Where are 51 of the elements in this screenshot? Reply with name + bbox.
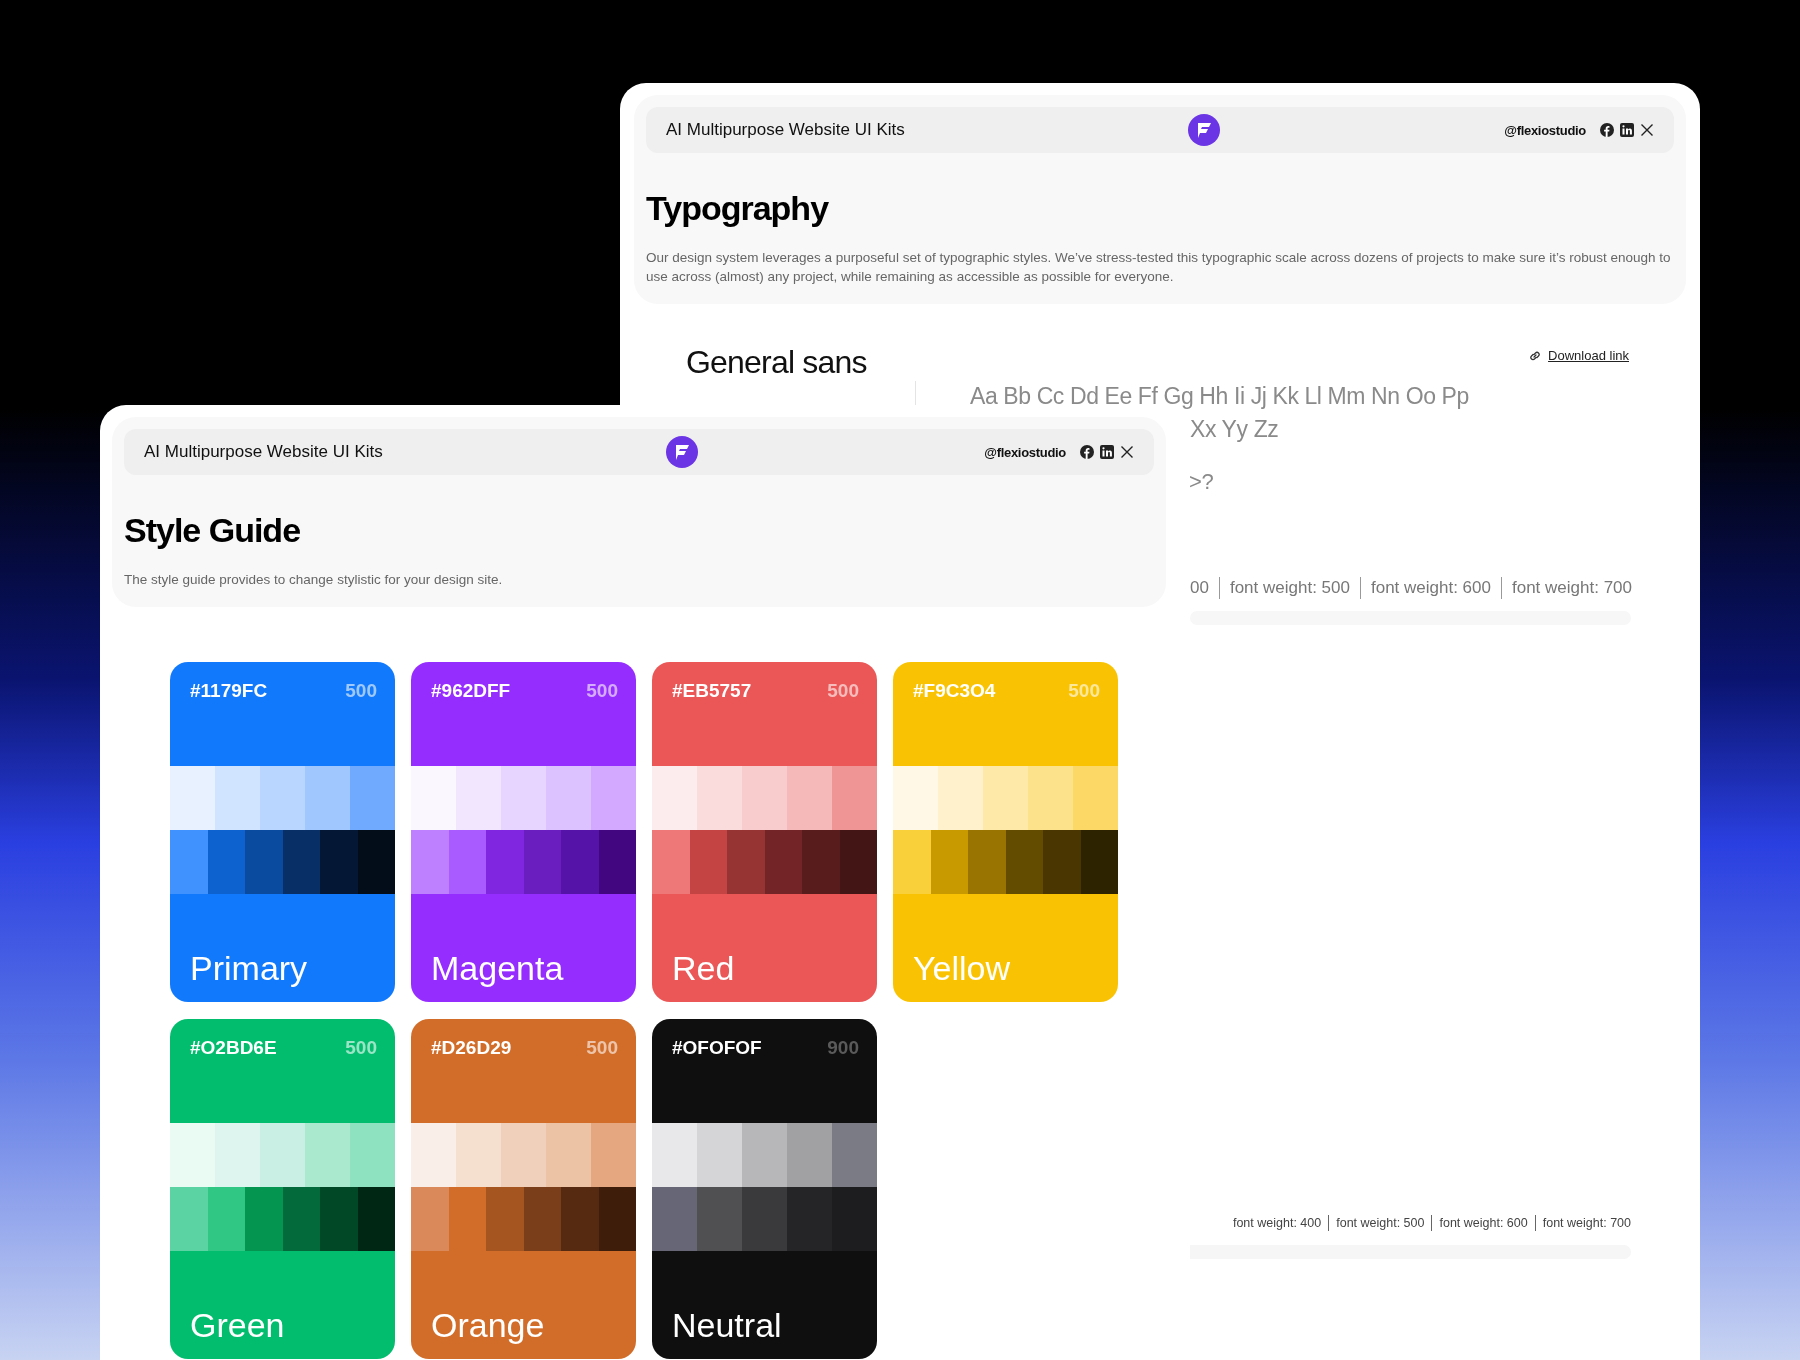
logo-icon [1188, 114, 1220, 146]
tone-label: 500 [1068, 680, 1100, 702]
facebook-icon[interactable] [1080, 445, 1094, 459]
tone-label: 500 [345, 1037, 377, 1059]
intro-text: Our design system leverages a purposeful set of typographic styles. We’ve stress-tested this typographic scale across dozens of projects to make sure it’s robust enough to use across (almost) any project, while remaining as accessible as possible for everyone. [646, 249, 1672, 286]
site-title: AI Multipurpose Website UI Kits [144, 442, 384, 462]
symbol-sample: >? [1189, 469, 1214, 495]
linkedin-icon[interactable] [1620, 123, 1634, 137]
page-heading: Typography [646, 189, 830, 228]
palette-name: Yellow [913, 949, 1011, 988]
hex-code: #O2BD6E [190, 1037, 277, 1059]
weight-label: font weight: 600 [1370, 578, 1491, 598]
site-title: AI Multipurpose Website UI Kits [666, 120, 906, 140]
palette-name: Magenta [431, 949, 564, 988]
tone-label: 500 [827, 680, 859, 702]
tone-label: 900 [827, 1037, 859, 1059]
weight-label: font weight: 400 [1232, 1216, 1322, 1230]
tone-label: 500 [586, 680, 618, 702]
alphabet-sample: Xx Yy Zz [1190, 416, 1279, 443]
logo-icon [666, 436, 698, 468]
tone-label: 500 [586, 1037, 618, 1059]
weight-label: font weight: 700 [1512, 578, 1632, 598]
weight-label: font weight: 500 [1336, 1216, 1425, 1230]
hex-code: #F9C3O4 [913, 680, 996, 702]
palette-name: Green [190, 1306, 285, 1345]
palette-name: Red [672, 949, 735, 988]
tone-label: 500 [345, 680, 377, 702]
intro-text: The style guide provides to change stylistic for your design site. [124, 571, 504, 589]
download-link-text[interactable]: Download link [1548, 348, 1629, 363]
x-icon[interactable] [1640, 123, 1654, 137]
font-name: General sans [686, 344, 867, 381]
weight-label: font weight: 700 [1542, 1216, 1631, 1230]
hex-code: #1179FC [190, 680, 268, 702]
hex-code: #D26D29 [431, 1037, 512, 1059]
weight-label: font weight: 600 [1439, 1216, 1528, 1230]
hex-code: #EB5757 [672, 680, 752, 702]
palette-name: Primary [190, 949, 308, 988]
x-icon[interactable] [1120, 445, 1134, 459]
hex-code: #OFOFOF [672, 1037, 762, 1059]
page-heading: Style Guide [124, 511, 302, 550]
social-handle: @flexiostudio [984, 444, 1066, 460]
linkedin-icon[interactable] [1100, 445, 1114, 459]
alphabet-sample: Aa Bb Cc Dd Ee Ff Gg Hh Ii Jj Kk Ll Mm Nn Oo Pp [970, 383, 1469, 410]
palette-name: Orange [431, 1306, 545, 1345]
facebook-icon[interactable] [1600, 123, 1614, 137]
palette-name: Neutral [672, 1306, 782, 1345]
download-link[interactable]: Download link [1528, 348, 1629, 363]
social-handle: @flexiostudio [1504, 122, 1586, 138]
weight-label: font weight: 500 [1229, 578, 1350, 598]
hex-code: #962DFF [431, 680, 511, 702]
weight-label: 00 [1190, 578, 1209, 598]
